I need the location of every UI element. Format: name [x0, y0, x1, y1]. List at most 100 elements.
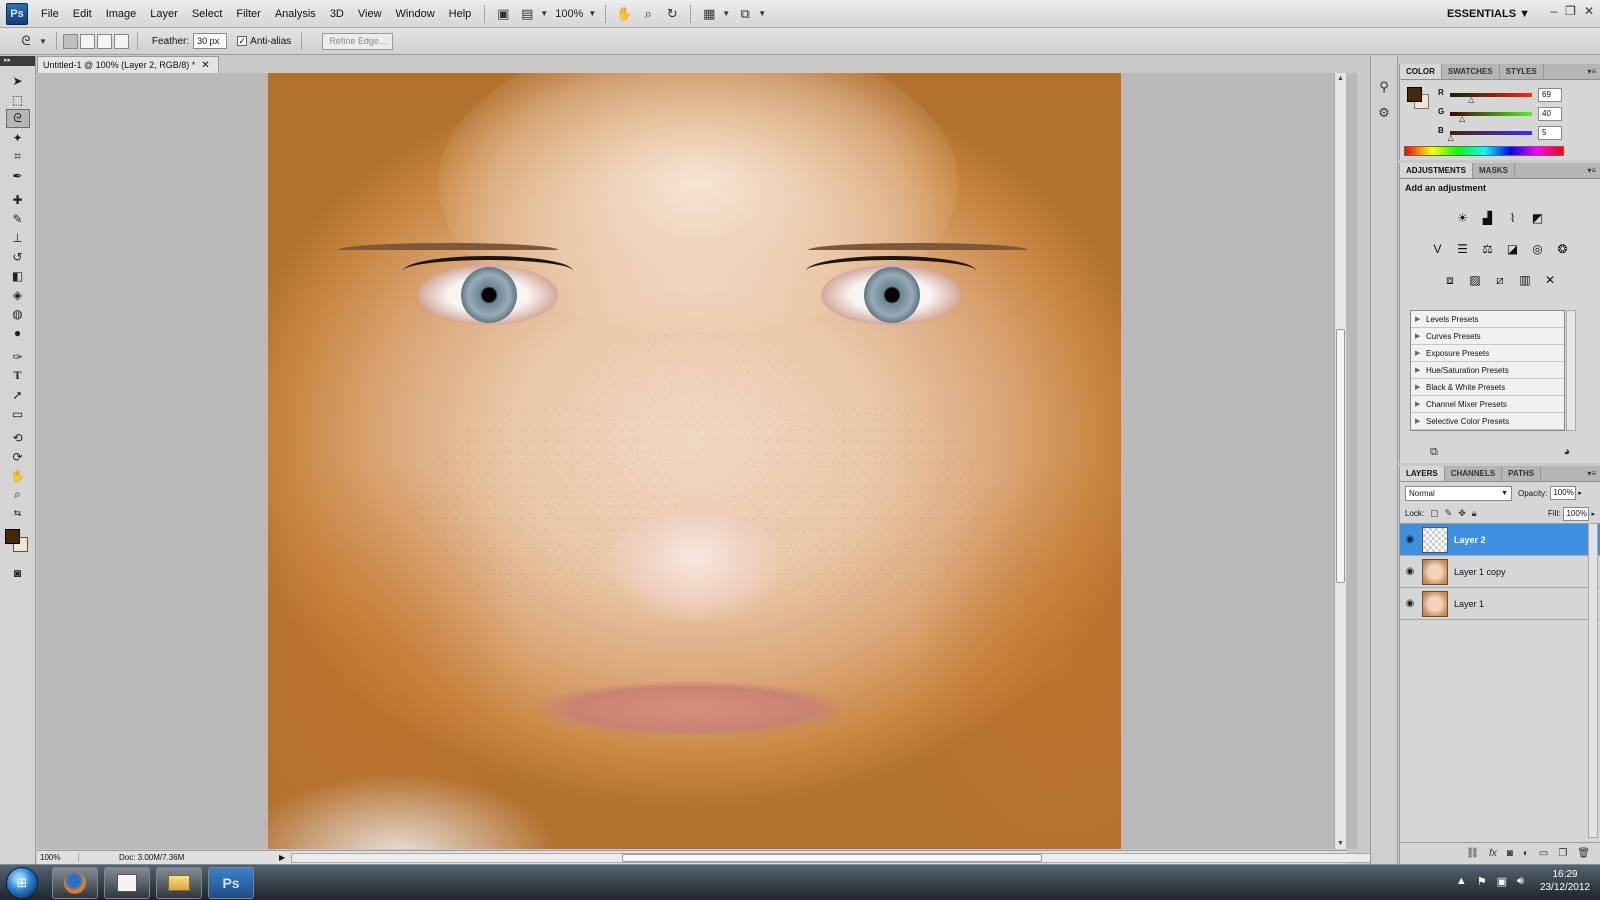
brush-tool-icon[interactable]: ✎: [6, 209, 30, 228]
dodge-tool-icon[interactable]: ●: [6, 323, 30, 342]
panel-menu-icon[interactable]: ▾≡: [1587, 466, 1600, 481]
blur-tool-icon[interactable]: ◍: [6, 304, 30, 323]
clip-to-layer-icon[interactable]: ⧉: [1430, 446, 1438, 459]
horizontal-scroll-thumb[interactable]: [622, 854, 1042, 862]
network-icon[interactable]: ▣: [1497, 875, 1507, 888]
system-clock[interactable]: 16:29 23/12/2012: [1540, 868, 1590, 894]
antialias-checkbox[interactable]: ✓: [237, 36, 248, 46]
action-center-flag-icon[interactable]: ⚑: [1477, 875, 1487, 888]
scroll-down-icon[interactable]: ▼: [1337, 840, 1344, 847]
start-button[interactable]: ⊞: [6, 866, 38, 899]
add-to-selection-button[interactable]: [79, 33, 95, 49]
tab-layers[interactable]: LAYERS: [1400, 466, 1445, 481]
tab-channels[interactable]: CHANNELS: [1445, 466, 1503, 481]
photoshop-logo[interactable]: Ps: [6, 2, 28, 25]
list-item[interactable]: Hue/Saturation Presets: [1411, 362, 1564, 379]
tool-color-swatches[interactable]: [3, 527, 33, 557]
swap-colors-icon[interactable]: ⇆: [6, 504, 30, 523]
workspace-switcher[interactable]: ESSENTIALS ▼: [1447, 0, 1530, 28]
chevron-down-icon[interactable]: ▼: [540, 9, 548, 18]
threshold-icon[interactable]: ⧄: [1490, 270, 1510, 290]
hand-tool-icon[interactable]: ✋: [6, 466, 30, 485]
menu-3d[interactable]: 3D: [323, 0, 351, 28]
tab-color[interactable]: COLOR: [1400, 64, 1442, 79]
vertical-scrollbar[interactable]: ▲ ▼: [1334, 73, 1346, 849]
history-brush-tool-icon[interactable]: ↺: [6, 247, 30, 266]
blue-slider[interactable]: [1450, 131, 1532, 135]
panel-menu-icon[interactable]: ▾≡: [1587, 64, 1600, 79]
color-spectrum-bar[interactable]: [1404, 146, 1564, 156]
status-zoom[interactable]: 100%: [37, 853, 79, 862]
visibility-toggle-icon[interactable]: ◕: [1563, 446, 1570, 458]
tab-swatches[interactable]: SWATCHES: [1442, 64, 1500, 79]
chevron-down-icon[interactable]: ▼: [722, 9, 730, 18]
tab-paths[interactable]: PATHS: [1502, 466, 1542, 481]
black-white-icon[interactable]: ◪: [1503, 239, 1523, 259]
chevron-down-icon[interactable]: ▼: [588, 9, 596, 18]
lock-pixels-icon[interactable]: ✎: [1445, 508, 1453, 519]
document-tab[interactable]: Untitled-1 @ 100% (Layer 2, RGB/8) * ✕: [37, 56, 219, 73]
new-adjustment-icon[interactable]: ◐: [1523, 848, 1529, 859]
color-balance-icon[interactable]: ⚖: [1478, 239, 1498, 259]
list-item[interactable]: Channel Mixer Presets: [1411, 396, 1564, 413]
history-panel-icon[interactable]: ⚲: [1373, 76, 1395, 98]
volume-icon[interactable]: 🔊︎: [1517, 875, 1524, 888]
clone-stamp-tool-icon[interactable]: ⊥: [6, 228, 30, 247]
levels-icon[interactable]: ▟: [1478, 208, 1498, 228]
screen-mode-icon[interactable]: ⧉: [735, 4, 755, 24]
horizontal-scrollbar[interactable]: [291, 853, 1381, 863]
channel-mixer-icon[interactable]: ❂: [1553, 239, 1573, 259]
menu-analysis[interactable]: Analysis: [268, 0, 323, 28]
pen-tool-icon[interactable]: ✑: [6, 347, 30, 366]
subtract-from-selection-button[interactable]: [96, 33, 112, 49]
zoom-level-select[interactable]: 100%: [551, 8, 587, 20]
minibridge-icon[interactable]: ▤: [517, 4, 537, 24]
feather-input[interactable]: 30 px: [193, 33, 228, 49]
green-value-input[interactable]: 40: [1538, 107, 1562, 121]
photoshop-icon[interactable]: Ps: [208, 866, 254, 899]
chevron-down-icon[interactable]: ▼: [758, 9, 766, 18]
brightness-icon[interactable]: ☀: [1453, 208, 1473, 228]
status-menu-icon[interactable]: ▶: [279, 853, 285, 862]
zoom-tool-icon[interactable]: ⌕: [6, 485, 30, 504]
marquee-tool-icon[interactable]: ⬚: [6, 90, 30, 109]
lasso-tool-icon[interactable]: ᘓ: [5, 109, 30, 128]
status-doc-size[interactable]: Doc: 3.00M/7.36M: [79, 853, 279, 862]
menu-select[interactable]: Select: [185, 0, 230, 28]
photo-filter-icon[interactable]: ◎: [1528, 239, 1548, 259]
scroll-up-icon[interactable]: ▲: [1337, 75, 1344, 82]
actions-panel-icon[interactable]: ⚙: [1373, 102, 1395, 124]
menu-filter[interactable]: Filter: [229, 0, 267, 28]
path-selection-tool-icon[interactable]: ➚: [6, 385, 30, 404]
blue-value-input[interactable]: 5: [1538, 126, 1562, 140]
posterize-icon[interactable]: ▨: [1465, 270, 1485, 290]
list-item[interactable]: Black & White Presets: [1411, 379, 1564, 396]
lasso-icon[interactable]: ᘓ: [16, 31, 36, 51]
show-hidden-icons-icon[interactable]: ▲: [1456, 875, 1467, 887]
list-item[interactable]: Exposure Presets: [1411, 345, 1564, 362]
3d-rotate-tool-icon[interactable]: ⟲: [6, 428, 30, 447]
menu-window[interactable]: Window: [389, 0, 442, 28]
red-value-input[interactable]: 69: [1538, 88, 1562, 102]
menu-image[interactable]: Image: [99, 0, 144, 28]
new-selection-button[interactable]: [62, 33, 78, 49]
fill-input[interactable]: 100%: [1563, 506, 1590, 521]
list-item[interactable]: Levels Presets: [1411, 311, 1564, 328]
opacity-arrow-icon[interactable]: ▸: [1578, 489, 1582, 497]
invert-icon[interactable]: ⧈: [1440, 270, 1460, 290]
opacity-input[interactable]: 100%: [1550, 486, 1577, 500]
healing-brush-tool-icon[interactable]: ✚: [6, 190, 30, 209]
magic-wand-tool-icon[interactable]: ✦: [6, 128, 30, 147]
zoom-icon[interactable]: ⌕: [638, 4, 658, 24]
eye-icon[interactable]: ◉: [1400, 598, 1420, 609]
layer-style-icon[interactable]: fx: [1489, 848, 1497, 859]
lock-transparency-icon[interactable]: ▢: [1430, 508, 1439, 519]
tab-styles[interactable]: STYLES: [1500, 64, 1544, 79]
bridge-icon[interactable]: ▣: [493, 4, 513, 24]
quick-mask-icon[interactable]: ◙: [6, 563, 30, 582]
green-slider-thumb[interactable]: △: [1459, 115, 1465, 123]
intersect-selection-button[interactable]: [113, 33, 129, 49]
curves-icon[interactable]: ⌇: [1503, 208, 1523, 228]
red-slider-thumb[interactable]: △: [1468, 96, 1474, 104]
move-tool-icon[interactable]: ➤: [6, 71, 30, 90]
